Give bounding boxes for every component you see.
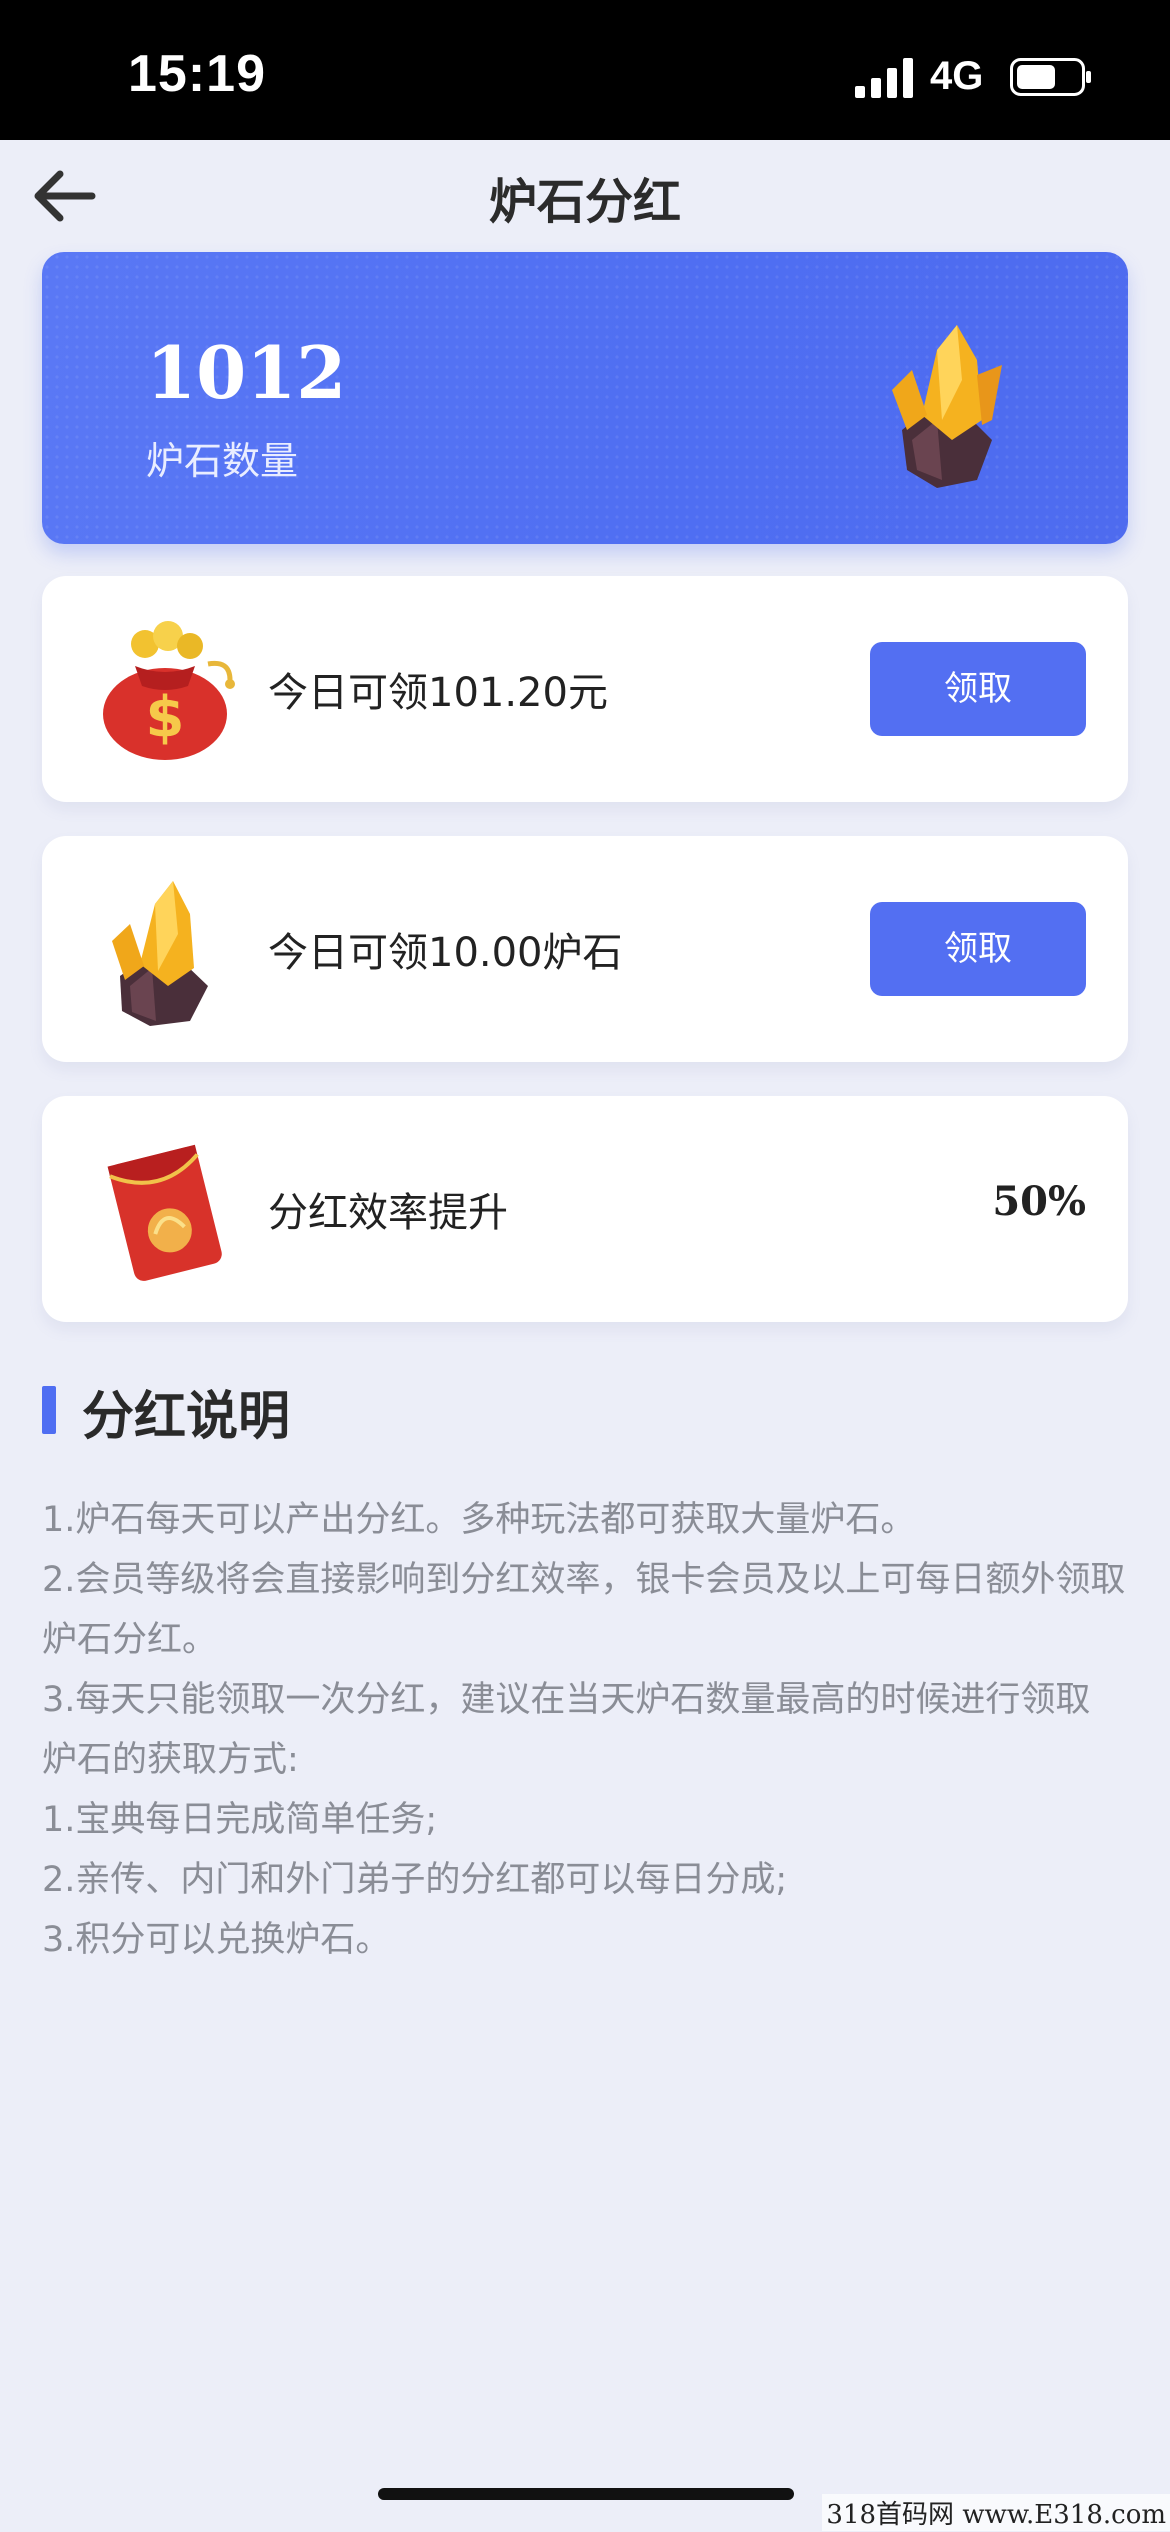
watermark: 318首码网 www.E318.com	[822, 2494, 1170, 2531]
claim-cash-button[interactable]: 领取	[870, 642, 1086, 736]
description-line: 2.亲传、内门和外门弟子的分红都可以每日分成;	[42, 1860, 788, 1900]
section-title: 分红说明	[82, 1387, 291, 1447]
red-envelope-icon	[107, 1144, 222, 1281]
status-bar: 15:19 4G	[0, 0, 1170, 140]
crystal-icon	[112, 881, 208, 1026]
section-title-marker	[42, 1386, 56, 1434]
signal-icon	[855, 58, 913, 98]
dividend-efficiency-value: 50%	[992, 1178, 1086, 1225]
network-type: 4G	[930, 54, 984, 98]
daily-cash-text: 今日可领101.20元	[268, 670, 608, 716]
status-time: 15:19	[128, 45, 266, 103]
description-line: 1.宝典每日完成简单任务;	[42, 1800, 438, 1840]
crystal-icon	[892, 325, 1002, 488]
page-title: 炉石分红	[488, 174, 681, 230]
description-line: 3.积分可以兑换炉石。	[42, 1920, 391, 1960]
nav-bar: 炉石分红	[0, 140, 1170, 250]
dividend-efficiency-card: 分红效率提升 50%	[42, 1096, 1128, 1322]
money-bag-icon: $	[103, 621, 235, 760]
svg-text:$: $	[146, 685, 185, 750]
daily-cash-card: $ 今日可领101.20元 领取	[42, 576, 1128, 802]
daily-hearthstone-text: 今日可领10.00炉石	[268, 930, 623, 976]
daily-hearthstone-card: 今日可领10.00炉石 领取	[42, 836, 1128, 1062]
description-line: 1.炉石每天可以产出分红。多种玩法都可获取大量炉石。	[42, 1500, 916, 1540]
claim-hearthstone-button[interactable]: 领取	[870, 902, 1086, 996]
description-line: 3.每天只能领取一次分红，建议在当天炉石数量最高的时候进行领取	[42, 1680, 1091, 1720]
hearthstone-balance-card: 1012 炉石数量	[42, 252, 1128, 544]
description-line: 炉石的获取方式:	[42, 1740, 299, 1780]
home-indicator[interactable]	[378, 2488, 794, 2500]
dividend-description: 1.炉石每天可以产出分红。多种玩法都可获取大量炉石。 2.会员等级将会直接影响到…	[42, 1490, 1132, 1970]
battery-icon	[1010, 58, 1091, 96]
dividend-efficiency-text: 分红效率提升	[268, 1190, 508, 1236]
description-line: 2.会员等级将会直接影响到分红效率，银卡会员及以上可每日额外领取炉石分红。	[42, 1560, 1126, 1660]
hearthstone-count: 1012	[146, 330, 347, 415]
hearthstone-count-label: 炉石数量	[146, 439, 299, 483]
